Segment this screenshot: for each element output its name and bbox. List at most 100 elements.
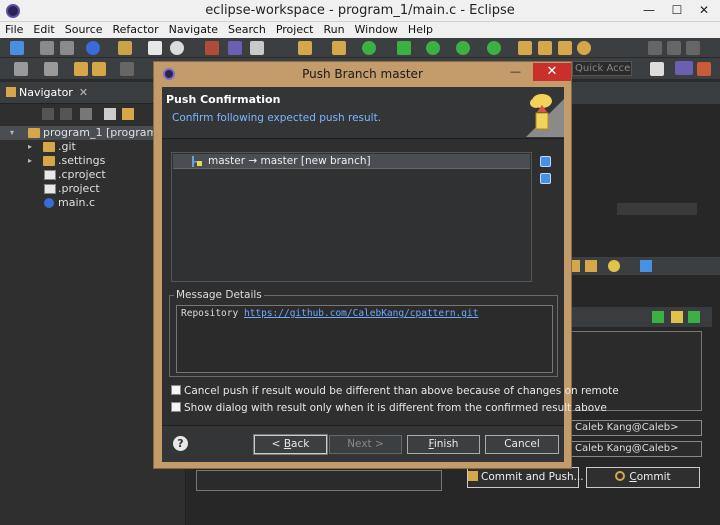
menu-edit[interactable]: Edit [28,22,59,37]
quick-access-field[interactable]: Quick Access [572,61,632,76]
menu-navigate[interactable]: Navigate [164,22,223,37]
spell-check-icon[interactable] [652,311,664,323]
window-titlebar: eclipse-workspace - program_1/main.c - E… [0,0,720,22]
open-resource-icon[interactable] [538,41,552,55]
push-cloud-icon [526,94,564,137]
external-run-icon[interactable] [487,41,501,55]
new-icon[interactable] [10,41,24,55]
open-task-icon[interactable] [558,41,572,55]
debug-icon[interactable] [397,41,411,55]
add-folder-icon[interactable] [332,41,346,55]
run-config-icon[interactable] [362,41,376,55]
forward-icon[interactable] [60,108,72,120]
help-icon[interactable]: ? [173,436,188,451]
menu-search[interactable]: Search [223,22,271,37]
expand-icon[interactable]: ▾ [10,126,18,140]
finish-label: inish [433,438,459,450]
menu-project[interactable]: Project [271,22,319,37]
perspective-icon[interactable] [650,62,664,76]
back-button[interactable]: < Back [253,434,328,455]
menu-bar: File Edit Source Refactor Navigate Search Proj… [0,22,720,38]
menu-window[interactable]: Window [350,22,403,37]
link-editor-icon[interactable] [122,108,134,120]
next-icon[interactable] [120,62,134,76]
dialog-close-button[interactable]: ✕ [533,63,571,81]
menu-refactor[interactable]: Refactor [108,22,164,37]
tool-icon[interactable] [228,41,242,55]
minimize-button[interactable]: — [640,2,658,18]
external-tools-icon[interactable] [205,41,219,55]
show-result-checkbox[interactable] [171,402,181,412]
git-perspective-icon[interactable] [697,62,711,76]
run-icon[interactable] [426,41,440,55]
back-label: ack [291,438,310,450]
menu-source[interactable]: Source [60,22,108,37]
show-result-row[interactable]: Show dialog with result only when it is … [171,402,607,416]
committer-field[interactable]: Caleb Kang@Caleb> [568,441,702,457]
maximize-button[interactable]: ☐ [668,2,686,18]
cancel-if-different-row[interactable]: Cancel push if result would be different… [171,385,619,399]
search-refs-icon[interactable] [250,41,264,55]
back-icon[interactable] [42,108,54,120]
up-icon[interactable] [80,108,92,120]
commit-message-box[interactable] [571,331,702,411]
database-icon[interactable] [608,260,620,272]
message-details-group: Message Details Repository https://githu… [169,289,558,377]
commit-icon [615,471,626,481]
push-result-row[interactable]: master → master [new branch] [173,154,530,169]
expand-icon[interactable]: ▸ [28,140,36,154]
open-type-icon[interactable] [518,41,532,55]
dialog-title: Push Branch master [302,67,423,81]
save-all-icon[interactable] [60,41,74,55]
menu-run[interactable]: Run [318,22,349,37]
dialog-body: Push Confirmation Confirm following expe… [162,87,619,462]
scroll-bar[interactable] [617,203,697,215]
menu-help[interactable]: Help [403,22,438,37]
save-icon[interactable] [40,41,54,55]
profile-icon[interactable] [170,41,184,55]
sync-icon[interactable] [585,260,597,272]
layout-icon[interactable] [640,260,652,272]
message-details-box[interactable]: Repository https://github.com/CalebKang/… [176,305,553,373]
next-button[interactable]: Next > [329,435,402,454]
dialog-minimize-button[interactable]: — [510,65,526,78]
new-folder-icon[interactable] [298,41,312,55]
commit-label: ommit [636,471,671,483]
amend-icon[interactable] [688,311,700,323]
tree-item-label: .cproject [58,168,106,181]
menu-file[interactable]: File [0,22,28,37]
pilcrow-icon[interactable] [686,41,700,55]
commit-and-push-button[interactable]: Commit and Push... [467,467,584,488]
cancel-button[interactable]: Cancel [485,435,559,454]
back-icon[interactable] [74,62,88,76]
align-icon[interactable] [648,41,662,55]
coverage-icon[interactable] [456,41,470,55]
cancel-if-different-checkbox[interactable] [171,385,181,395]
expand-all-icon[interactable] [540,173,551,184]
close-icon[interactable]: ✕ [79,86,88,99]
expand-icon[interactable]: ▸ [28,154,36,168]
c-file-icon [44,198,54,208]
filter-input[interactable] [196,470,442,491]
close-window-button[interactable]: ✕ [695,2,713,18]
finish-button[interactable]: Finish [407,435,480,454]
build-icon[interactable] [118,41,132,55]
compass-icon[interactable] [86,41,100,55]
author-field[interactable]: Caleb Kang@Caleb> [568,420,702,436]
commit-button[interactable]: Commit [586,467,700,488]
sign-off-icon[interactable] [671,311,683,323]
annotation-icon[interactable] [14,62,28,76]
tree-item-label: .project [58,182,100,195]
toggle-icon[interactable] [667,41,681,55]
forward-icon[interactable] [92,62,106,76]
cpp-perspective-icon[interactable] [675,61,693,75]
search-icon[interactable] [577,41,591,55]
collapse-all-icon[interactable] [540,156,551,167]
commit-message-header [568,307,712,327]
repository-url-link[interactable]: https://github.com/CalebKang/cpattern.gi… [244,308,479,319]
prev-annotation-icon[interactable] [44,62,58,76]
push-results-table[interactable]: master → master [new branch] [171,152,532,282]
collapse-all-icon[interactable] [104,108,116,120]
new-file-icon[interactable] [148,41,162,55]
message-details-text: Repository https://github.com/CalebKang/… [181,308,478,319]
